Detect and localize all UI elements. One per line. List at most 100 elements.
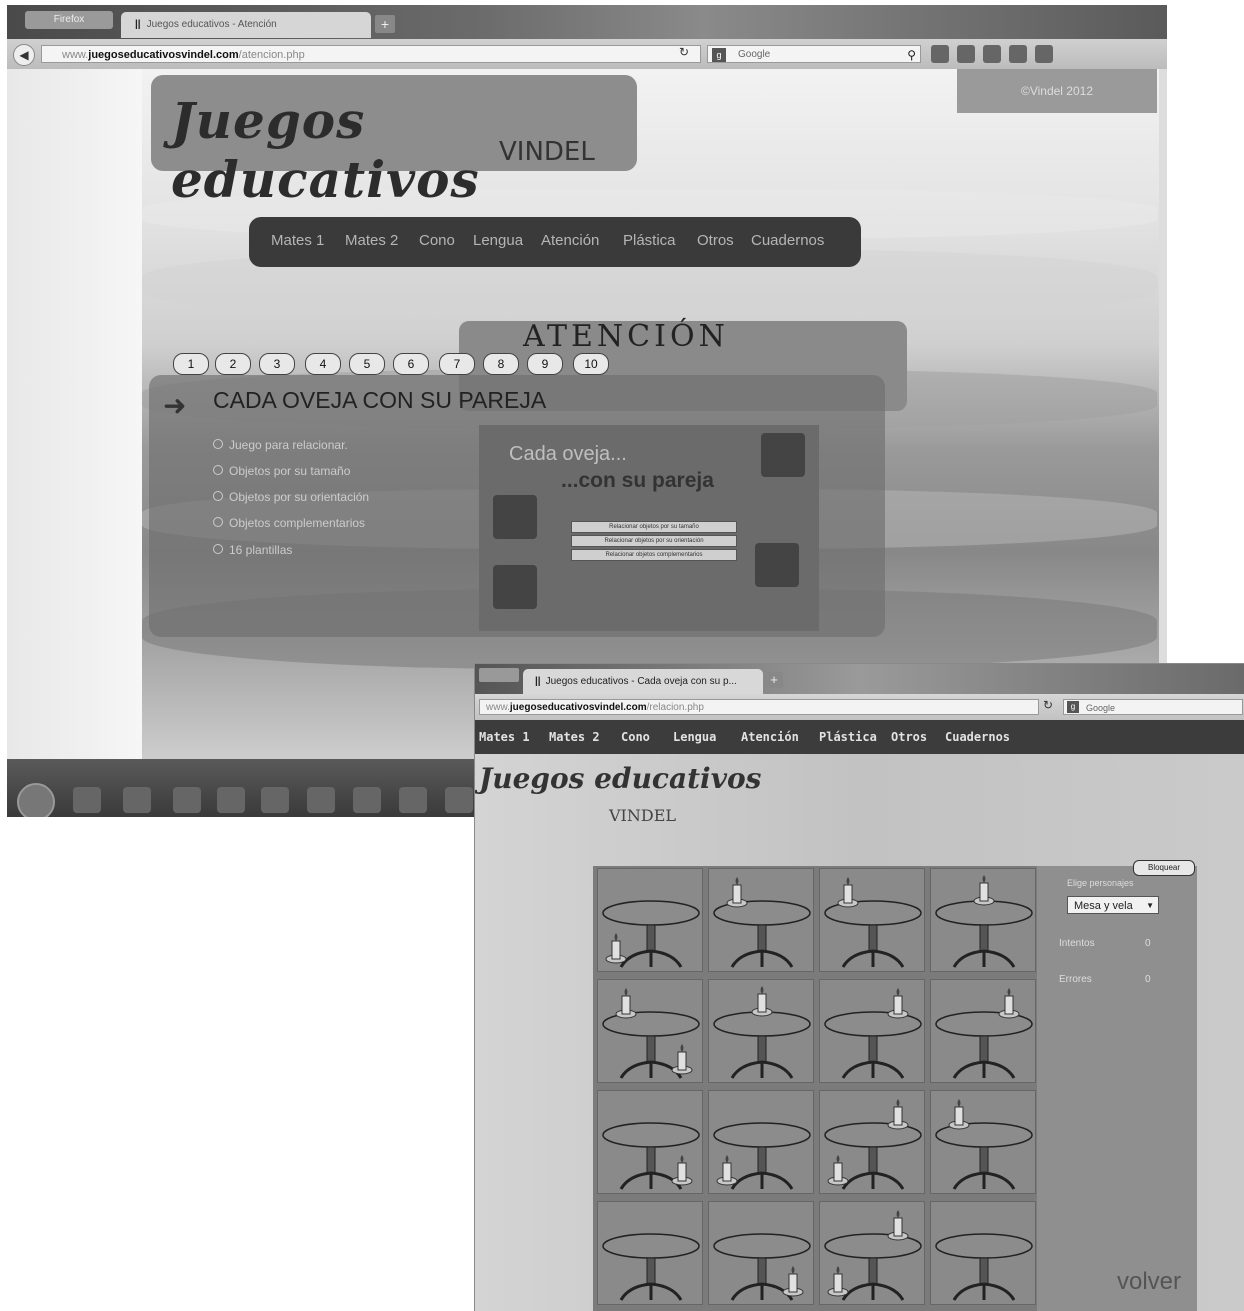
table-icon [935, 1233, 1033, 1301]
firefox-menu-button[interactable]: Firefox [25, 11, 113, 29]
page-number-button[interactable]: 1 [173, 353, 209, 375]
taskbar-app-icon[interactable] [73, 787, 101, 813]
taskbar-app-icon[interactable] [123, 787, 151, 813]
tab-favicon-icon: || [535, 676, 541, 687]
nav-plastica[interactable]: Plástica [623, 232, 676, 249]
taskbar-app-icon[interactable] [217, 787, 245, 813]
page-content: ©Vindel 2012 Juegos educativos VINDEL Ma… [7, 69, 1167, 759]
board-cell[interactable] [597, 979, 703, 1083]
board-cell[interactable] [819, 1090, 925, 1194]
nav-otros[interactable]: Otros [697, 232, 734, 249]
page-number-button[interactable]: 5 [349, 353, 385, 375]
candle-icon [726, 877, 748, 908]
nav-cono[interactable]: Cono [621, 730, 650, 744]
nav-cono[interactable]: Cono [419, 232, 455, 249]
taskbar-app-icon[interactable] [399, 787, 427, 813]
option-item[interactable]: 16 plantillas [213, 543, 292, 557]
start-button-icon[interactable] [17, 783, 55, 817]
new-tab-button[interactable]: + [375, 15, 395, 33]
back-arrow-icon[interactable]: ◀ [13, 44, 35, 66]
nav-toolbar: www.juegoseducativosvindel.com/relacion.… [475, 694, 1244, 720]
tree-picture [755, 543, 799, 587]
page-number-button[interactable]: 4 [305, 353, 341, 375]
board-cell[interactable] [930, 1201, 1036, 1305]
option-item[interactable]: Objetos complementarios [213, 516, 365, 530]
page-number-button[interactable]: 7 [439, 353, 475, 375]
nav-cuadernos[interactable]: Cuadernos [751, 232, 824, 249]
nav-atencion[interactable]: Atención [541, 232, 599, 249]
board-cell[interactable] [597, 1201, 703, 1305]
page-number-button[interactable]: 10 [573, 353, 609, 375]
nav-mates2[interactable]: Mates 2 [345, 232, 398, 249]
option-item[interactable]: Objetos por su orientación [213, 490, 369, 504]
nav-lengua[interactable]: Lengua [473, 232, 523, 249]
board-cell[interactable] [708, 868, 814, 972]
firefox-menu-button[interactable] [479, 668, 519, 682]
download-icon[interactable] [983, 45, 1001, 63]
main-nav: Mates 1 Mates 2 Cono Lengua Atención Plá… [249, 217, 861, 267]
board-cell[interactable] [597, 868, 703, 972]
toolbar-icons [931, 45, 1161, 63]
reload-icon[interactable]: ↻ [1043, 698, 1053, 712]
page-number-button[interactable]: 8 [483, 353, 519, 375]
search-field[interactable]: g Google [1063, 699, 1243, 715]
candle-icon [837, 877, 859, 908]
character-select[interactable]: Mesa y vela ▼ [1067, 896, 1159, 914]
nav-mates2[interactable]: Mates 2 [549, 730, 600, 744]
board-cell[interactable] [819, 1201, 925, 1305]
nav-mates1[interactable]: Mates 1 [479, 730, 530, 744]
board-cell[interactable] [819, 979, 925, 1083]
logo-name: VINDEL [499, 137, 595, 167]
candle-icon [998, 988, 1020, 1019]
taskbar-app-icon[interactable] [261, 787, 289, 813]
volver-link[interactable]: volver [1117, 1268, 1181, 1296]
candle-icon [671, 1155, 693, 1186]
share-icon[interactable] [1035, 45, 1053, 63]
board-cell[interactable] [708, 1201, 814, 1305]
tab-atencion[interactable]: || Juegos educativos - Atención [121, 12, 371, 38]
search-icon[interactable]: ⚲ [907, 46, 916, 64]
board-cell[interactable] [930, 979, 1036, 1083]
addon-icon[interactable] [1009, 45, 1027, 63]
address-bar[interactable]: www.juegoseducativosvindel.com/atencion.… [41, 45, 701, 63]
tab-game[interactable]: || Juegos educativos - Cada oveja con su … [523, 669, 763, 694]
reload-icon[interactable]: ↻ [679, 45, 689, 59]
table-icon [935, 1122, 1033, 1190]
board-cell[interactable] [930, 1090, 1036, 1194]
board-cell[interactable] [930, 868, 1036, 972]
nav-plastica[interactable]: Plástica [819, 730, 877, 744]
home-icon[interactable] [931, 45, 949, 63]
search-field[interactable]: g Google ⚲ [707, 45, 921, 63]
option-item[interactable]: Juego para relacionar. [213, 438, 348, 452]
nav-toolbar: ◀ www.juegoseducativosvindel.com/atencio… [7, 39, 1167, 69]
board-cell[interactable] [819, 868, 925, 972]
candle-icon [615, 988, 637, 1019]
board-cell[interactable] [708, 1090, 814, 1194]
board-cell[interactable] [708, 979, 814, 1083]
bloquear-button[interactable]: Bloquear [1133, 860, 1195, 876]
page-number-button[interactable]: 6 [393, 353, 429, 375]
taskbar-app-icon[interactable] [173, 787, 201, 813]
game-board [593, 866, 1037, 1311]
url-path: /atencion.php [238, 49, 305, 61]
address-bar[interactable]: www.juegoseducativosvindel.com/relacion.… [479, 699, 1039, 715]
page-number-button[interactable]: 9 [527, 353, 563, 375]
taskbar-app-icon[interactable] [353, 787, 381, 813]
page-number-button[interactable]: 3 [259, 353, 295, 375]
nav-mates1[interactable]: Mates 1 [271, 232, 324, 249]
page-number-button[interactable]: 2 [215, 353, 251, 375]
taskbar-app-icon[interactable] [445, 787, 473, 813]
new-tab-button[interactable]: + [765, 672, 783, 688]
bookmarks-icon[interactable] [957, 45, 975, 63]
option-item[interactable]: Objetos por su tamaño [213, 464, 350, 478]
nav-otros[interactable]: Otros [891, 730, 927, 744]
taskbar-app-icon[interactable] [307, 787, 335, 813]
site-logo[interactable]: Juegos educativos [479, 762, 761, 795]
board-cell[interactable] [597, 1090, 703, 1194]
nav-lengua[interactable]: Lengua [673, 730, 716, 744]
section-title: ATENCIÓN [523, 319, 729, 354]
game-preview-image[interactable]: Cada oveja... ...con su pareja Relaciona… [479, 425, 819, 631]
nav-cuadernos[interactable]: Cuadernos [945, 730, 1010, 744]
main-nav: Mates 1 Mates 2 Cono Lengua Atención Plá… [475, 720, 1244, 754]
nav-atencion[interactable]: Atención [741, 730, 799, 744]
